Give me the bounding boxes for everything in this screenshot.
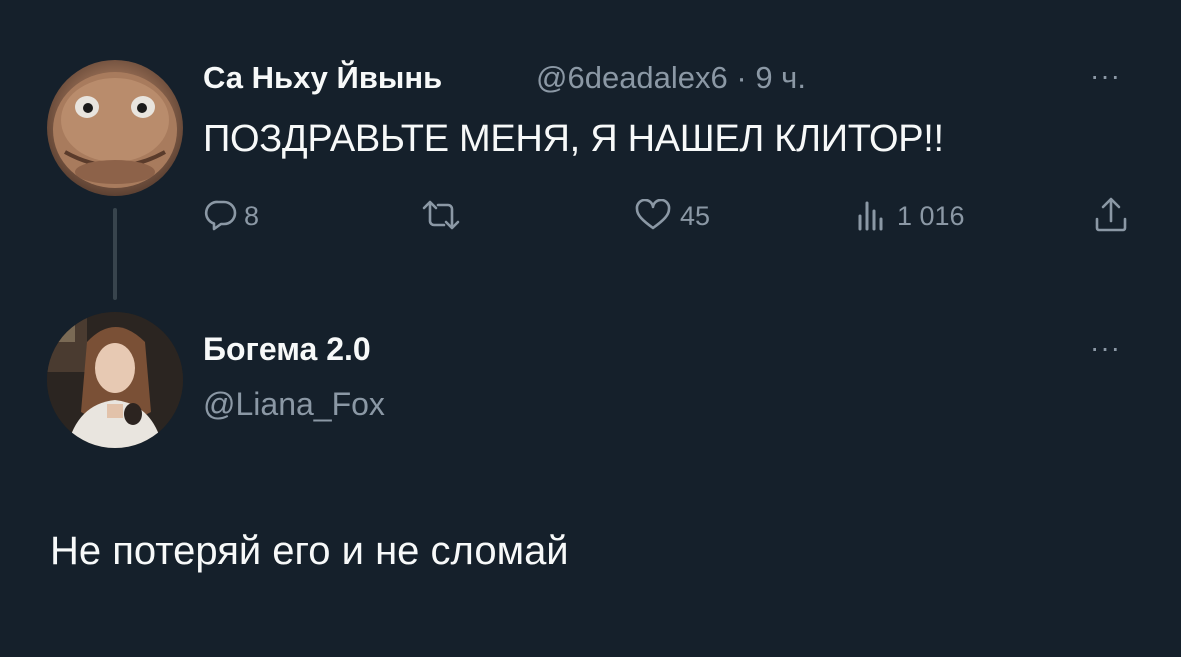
avatar-image bbox=[47, 312, 183, 448]
thread-line bbox=[113, 208, 117, 300]
like-count: 45 bbox=[680, 201, 711, 231]
share-icon[interactable] bbox=[1094, 197, 1128, 233]
reply-icon[interactable] bbox=[204, 199, 238, 231]
views-count: 1 016 bbox=[897, 201, 965, 231]
views-icon[interactable] bbox=[856, 199, 886, 231]
more-icon[interactable]: ··· bbox=[1090, 334, 1121, 362]
avatar-image bbox=[53, 72, 177, 188]
like-icon[interactable] bbox=[634, 199, 672, 231]
reply-text: Не потеряй его и не сломай bbox=[50, 529, 569, 573]
more-icon[interactable]: ··· bbox=[1090, 62, 1121, 90]
tweet-text: ПОЗДРАВЬТЕ МЕНЯ, Я НАШЕЛ КЛИТОР!! bbox=[203, 118, 944, 160]
avatar[interactable] bbox=[47, 312, 183, 448]
reply-count: 8 bbox=[244, 201, 260, 231]
retweet-icon[interactable] bbox=[420, 199, 462, 231]
author-name[interactable]: Богема 2.0 bbox=[203, 331, 371, 368]
author-handle[interactable]: @Liana_Fox bbox=[203, 386, 385, 423]
avatar[interactable] bbox=[47, 60, 183, 196]
author-name[interactable]: Са Ньху Йвынь bbox=[203, 60, 442, 96]
author-handle[interactable]: @6deadalex6 · 9 ч. bbox=[536, 60, 806, 96]
